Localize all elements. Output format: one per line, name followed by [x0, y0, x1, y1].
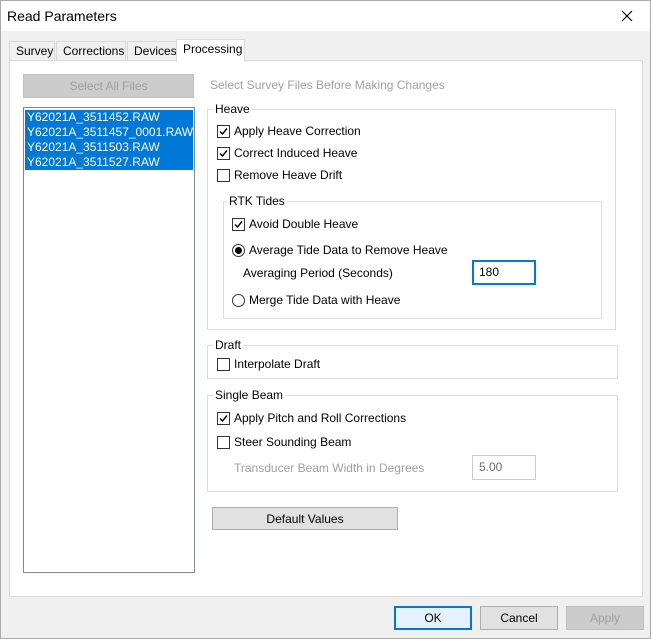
beam-width-input[interactable]: 5.00	[472, 455, 536, 480]
tab-processing[interactable]: Processing	[176, 39, 245, 62]
default-values-button[interactable]: Default Values	[212, 507, 398, 530]
apply-heave-correction-checkbox[interactable]: Apply Heave Correction	[217, 123, 361, 139]
radio-button	[232, 243, 245, 257]
checkmark-icon	[234, 220, 243, 228]
list-item[interactable]: Y62021A_3511452.RAW	[25, 110, 193, 125]
checkbox-label: Apply Pitch and Roll Corrections	[234, 411, 407, 425]
list-item[interactable]: Y62021A_3511527.RAW	[25, 155, 193, 170]
select-all-files-button[interactable]: Select All Files	[23, 74, 194, 98]
checkbox-label: Avoid Double Heave	[249, 217, 359, 231]
checkbox-box	[217, 411, 230, 425]
apply-button[interactable]: Apply	[566, 606, 644, 630]
ok-button[interactable]: OK	[394, 606, 472, 630]
tab-devices[interactable]: Devices	[127, 41, 177, 61]
averaging-period-label: Averaging Period (Seconds)	[243, 266, 393, 280]
checkbox-box	[217, 357, 230, 371]
radio-label: Average Tide Data to Remove Heave	[249, 243, 448, 257]
draft-group-label: Draft	[213, 338, 244, 352]
checkbox-box	[217, 435, 230, 449]
survey-file-list[interactable]: Y62021A_3511452.RAW Y62021A_3511457_0001…	[23, 107, 195, 573]
checkbox-box	[232, 217, 245, 231]
list-item[interactable]: Y62021A_3511503.RAW	[25, 140, 193, 155]
remove-heave-drift-checkbox[interactable]: Remove Heave Drift	[217, 167, 342, 183]
checkmark-icon	[219, 127, 228, 135]
list-item[interactable]: Y62021A_3511457_0001.RAW	[25, 125, 193, 140]
steer-sounding-beam-checkbox[interactable]: Steer Sounding Beam	[217, 434, 351, 450]
checkbox-box	[217, 124, 230, 138]
rtk-tides-group-label: RTK Tides	[227, 194, 287, 208]
heave-group-label: Heave	[213, 102, 252, 116]
checkbox-label: Interpolate Draft	[234, 357, 321, 371]
checkmark-icon	[219, 149, 228, 157]
checkmark-icon	[219, 414, 228, 422]
single-beam-group-label: Single Beam	[213, 388, 286, 402]
checkbox-label: Correct Induced Heave	[234, 146, 358, 160]
selection-hint: Select Survey Files Before Making Change…	[210, 78, 445, 92]
close-button[interactable]	[604, 1, 650, 31]
title-bar: Read Parameters	[1, 1, 650, 31]
apply-pitch-roll-checkbox[interactable]: Apply Pitch and Roll Corrections	[217, 410, 406, 426]
merge-tide-radio[interactable]: Merge Tide Data with Heave	[232, 292, 400, 308]
averaging-period-input[interactable]: 180	[472, 260, 536, 285]
tab-corrections[interactable]: Corrections	[56, 41, 126, 61]
close-icon	[621, 10, 633, 22]
radio-button	[232, 293, 245, 307]
beam-width-label: Transducer Beam Width in Degrees	[234, 461, 425, 475]
avoid-double-heave-checkbox[interactable]: Avoid Double Heave	[232, 216, 358, 232]
read-parameters-dialog: Read Parameters Survey Corrections Devic…	[0, 0, 651, 639]
interpolate-draft-checkbox[interactable]: Interpolate Draft	[217, 356, 320, 372]
checkbox-label: Remove Heave Drift	[234, 168, 343, 182]
cancel-button[interactable]: Cancel	[480, 606, 558, 630]
radio-label: Merge Tide Data with Heave	[249, 293, 401, 307]
checkbox-box	[217, 146, 230, 160]
correct-induced-heave-checkbox[interactable]: Correct Induced Heave	[217, 145, 357, 161]
checkbox-label: Apply Heave Correction	[234, 124, 361, 138]
average-tide-radio[interactable]: Average Tide Data to Remove Heave	[232, 242, 448, 258]
window-title: Read Parameters	[7, 8, 117, 24]
tab-survey[interactable]: Survey	[9, 41, 55, 61]
checkbox-label: Steer Sounding Beam	[234, 435, 352, 449]
checkbox-box	[217, 168, 230, 182]
